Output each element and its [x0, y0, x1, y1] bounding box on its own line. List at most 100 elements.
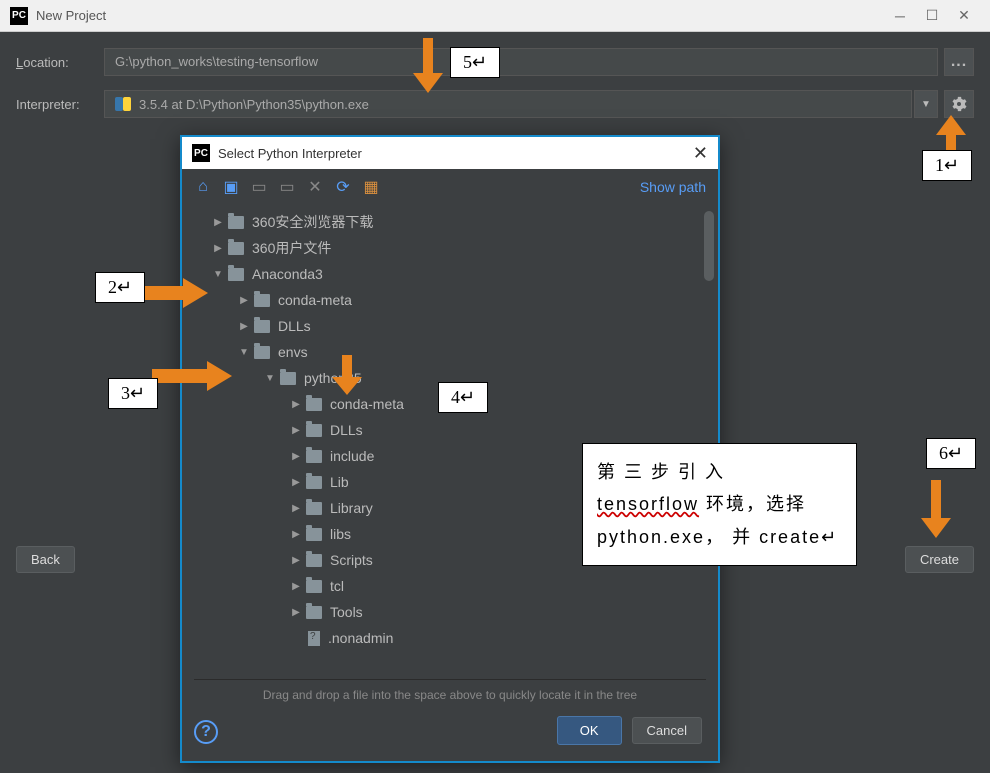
tree-item[interactable]: ▶ 360安全浏览器下载: [182, 209, 718, 235]
file-tree[interactable]: ▶ 360安全浏览器下载 ▶360用户文件 ▼ Anaconda3 ▶ conda-meta…: [182, 205, 718, 679]
callout-4: 4↵: [438, 382, 488, 413]
interpreter-value: 3.5.4 at D:\Python\Python35\python.exe: [139, 97, 369, 112]
close-button[interactable]: ✕: [948, 5, 980, 27]
gear-button[interactable]: [944, 90, 974, 118]
callout-line1: 第 三 步 引 入: [597, 456, 842, 488]
chevron-right-icon[interactable]: ▶: [212, 243, 224, 254]
tree-item[interactable]: ▶ DLLs: [182, 417, 718, 443]
chevron-right-icon[interactable]: ▶: [290, 425, 302, 436]
folder-icon: [254, 346, 270, 359]
folder-icon: [306, 606, 322, 619]
folder-icon: [254, 320, 270, 333]
location-label: Location:: [16, 55, 104, 70]
folder-icon: [228, 268, 244, 281]
dialog-toolbar: ⌂ ▣ ▭ ▭ ✕ ⟳ ▦ Show path: [182, 169, 718, 205]
chevron-down-icon[interactable]: ▼: [238, 347, 250, 358]
callout-2: 2↵: [95, 272, 145, 303]
python-icon: [115, 96, 131, 112]
tree-item-label: Library: [330, 500, 373, 516]
folder-icon: [228, 242, 244, 255]
delete-icon[interactable]: ✕: [306, 178, 324, 196]
tree-item-label: Lib: [330, 474, 349, 490]
folder-icon: [306, 580, 322, 593]
callout-5: 5↵: [450, 47, 500, 78]
new-folder-icon[interactable]: ▭: [278, 178, 296, 196]
ok-button[interactable]: OK: [557, 716, 622, 745]
callout-3: 3↵: [108, 378, 158, 409]
minimize-button[interactable]: ─: [884, 5, 916, 27]
tree-item[interactable]: ▶360用户文件: [182, 235, 718, 261]
chevron-right-icon[interactable]: ▶: [212, 217, 224, 228]
chevron-right-icon[interactable]: ▶: [290, 555, 302, 566]
tree-item-label: Anaconda3: [252, 266, 323, 282]
arrow-4: [332, 355, 362, 395]
arrow-5: [413, 38, 443, 93]
dialog-titlebar: PC Select Python Interpreter ✕: [182, 137, 718, 169]
main-titlebar: PC New Project ─ ☐ ✕: [0, 0, 990, 32]
pycharm-icon: PC: [10, 7, 28, 25]
project-icon[interactable]: ▭: [250, 178, 268, 196]
tree-item-label: conda-meta: [330, 396, 404, 412]
interpreter-row: Interpreter: 3.5.4 at D:\Python\Python35…: [16, 90, 974, 118]
chevron-right-icon[interactable]: ▶: [290, 399, 302, 410]
chevron-right-icon[interactable]: ▶: [290, 581, 302, 592]
folder-icon: [306, 528, 322, 541]
chevron-right-icon[interactable]: ▶: [290, 503, 302, 514]
arrow-3: [152, 361, 232, 391]
chevron-right-icon[interactable]: ▶: [290, 451, 302, 462]
chevron-right-icon[interactable]: ▶: [290, 607, 302, 618]
maximize-button[interactable]: ☐: [916, 5, 948, 27]
tree-item-label: 360安全浏览器下载: [252, 212, 373, 232]
tree-item[interactable]: ▶ conda-meta: [182, 287, 718, 313]
help-icon[interactable]: ?: [194, 720, 218, 744]
chevron-right-icon[interactable]: ▶: [238, 295, 250, 306]
tree-item-label: envs: [278, 344, 308, 360]
callout-1: 1↵: [922, 150, 972, 181]
folder-icon: [228, 216, 244, 229]
arrow-2: [138, 278, 208, 308]
arrow-6: [921, 480, 951, 538]
tree-item-label: tcl: [330, 578, 344, 594]
tree-item-label: DLLs: [330, 422, 363, 438]
chevron-right-icon[interactable]: ▶: [290, 477, 302, 488]
browse-button[interactable]: ...: [944, 48, 974, 76]
folder-icon: [306, 502, 322, 515]
folder-icon: [306, 424, 322, 437]
callout-line2: tensorflow 环境，选择: [597, 488, 842, 520]
tree-item[interactable]: .nonadmin: [182, 625, 718, 651]
folder-icon: [306, 398, 322, 411]
interpreter-dropdown[interactable]: 3.5.4 at D:\Python\Python35\python.exe: [104, 90, 912, 118]
create-button[interactable]: Create: [905, 546, 974, 573]
show-path-link[interactable]: Show path: [640, 179, 706, 195]
cancel-button[interactable]: Cancel: [632, 717, 702, 744]
chevron-right-icon[interactable]: ▶: [238, 321, 250, 332]
tree-item-label: conda-meta: [278, 292, 352, 308]
show-hidden-icon[interactable]: ▦: [362, 178, 380, 196]
dropdown-arrow-button[interactable]: ▼: [914, 90, 938, 118]
folder-icon: [280, 372, 296, 385]
folder-icon: [306, 554, 322, 567]
chevron-right-icon[interactable]: ▶: [290, 529, 302, 540]
tree-item[interactable]: ▼ Anaconda3: [182, 261, 718, 287]
refresh-icon[interactable]: ⟳: [334, 178, 352, 196]
tree-item[interactable]: ▼ envs: [182, 339, 718, 365]
tree-item[interactable]: ▶Tools: [182, 599, 718, 625]
home-icon[interactable]: ⌂: [194, 178, 212, 196]
tree-item-label: DLLs: [278, 318, 311, 334]
interpreter-label: Interpreter:: [16, 97, 104, 112]
dialog-close-button[interactable]: ✕: [693, 143, 708, 164]
back-button[interactable]: Back: [16, 546, 75, 573]
chevron-down-icon[interactable]: ▼: [212, 269, 224, 280]
tree-item[interactable]: ▶ DLLs: [182, 313, 718, 339]
arrow-1: [936, 115, 966, 155]
location-input[interactable]: G:\python_works\testing-tensorflow: [104, 48, 938, 76]
folder-icon: [306, 450, 322, 463]
tree-item[interactable]: ▶ tcl: [182, 573, 718, 599]
callout-text: 第 三 步 引 入 tensorflow 环境，选择 python.exe， 并…: [582, 443, 857, 566]
chevron-down-icon[interactable]: ▼: [264, 373, 276, 384]
dialog-title: Select Python Interpreter: [218, 146, 693, 161]
tree-scrollbar[interactable]: [704, 211, 714, 281]
gear-icon: [951, 96, 967, 112]
desktop-icon[interactable]: ▣: [222, 178, 240, 196]
callout-line3: python.exe， 并 create↵: [597, 521, 842, 553]
